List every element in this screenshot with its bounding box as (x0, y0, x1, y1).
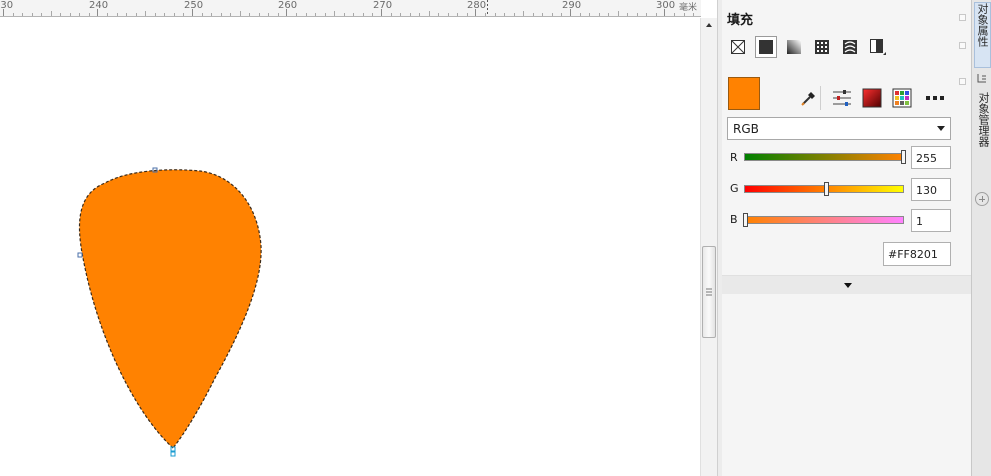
grip-icon (706, 288, 712, 296)
green-slider-thumb[interactable] (824, 182, 829, 196)
scroll-up-arrow-icon[interactable] (704, 20, 714, 30)
horizontal-ruler[interactable]: 230 240 250 260 270 280 290 300 毫米 (0, 0, 701, 17)
node-handle[interactable] (77, 252, 83, 258)
object-properties-panel: 填充 RGB R 255 G 130 B 1 #FF8201 (722, 0, 971, 476)
docker-tab-strip: 对象属性 对象管理器 (971, 0, 991, 476)
red-slider[interactable] (744, 150, 906, 164)
panel-title: 填充 (727, 13, 754, 28)
hex-color-field[interactable]: #FF8201 (883, 242, 951, 266)
vertical-scrollbar[interactable] (700, 18, 717, 476)
fountain-fill-icon (787, 40, 801, 54)
ruler-label: 280 (467, 0, 487, 11)
ruler-label: 270 (373, 0, 393, 11)
pin-icon[interactable] (959, 78, 966, 85)
texture-fill-button[interactable] (839, 36, 861, 58)
tab-object-manager[interactable]: 对象管理器 (974, 92, 991, 164)
uniform-fill-button[interactable] (755, 36, 777, 58)
drawing-canvas[interactable] (0, 18, 700, 476)
chevron-down-icon (844, 283, 852, 288)
channel-label-b: B (730, 213, 738, 226)
color-palettes-icon (892, 88, 912, 108)
panel-expander[interactable] (722, 275, 971, 294)
color-viewer-icon (862, 88, 882, 108)
teardrop-shape[interactable] (78, 169, 262, 449)
green-value-field[interactable]: 130 (911, 178, 951, 201)
blue-value-field[interactable]: 1 (911, 209, 951, 232)
channel-label-g: G (730, 182, 739, 195)
ruler-label: 300 (656, 0, 676, 11)
toolbar-divider (820, 86, 821, 110)
red-value-field[interactable]: 255 (911, 146, 951, 169)
pin-icon[interactable] (959, 14, 966, 21)
color-palettes-button[interactable] (891, 87, 913, 109)
object-manager-icon (977, 74, 986, 83)
pin-icon[interactable] (959, 42, 966, 49)
postscript-fill-icon (870, 39, 886, 55)
ruler-label: 290 (562, 0, 582, 11)
chevron-down-icon (937, 126, 945, 131)
fountain-fill-button[interactable] (783, 36, 805, 58)
node-handle[interactable] (170, 451, 176, 457)
postscript-fill-button[interactable] (867, 36, 889, 58)
ruler-label: 250 (184, 0, 204, 11)
scrollbar-thumb[interactable] (702, 246, 716, 338)
color-sliders-icon (833, 90, 851, 106)
current-color-swatch[interactable] (728, 77, 760, 110)
blue-slider-thumb[interactable] (743, 213, 748, 227)
channel-label-r: R (730, 151, 738, 164)
color-model-dropdown[interactable]: RGB (727, 117, 951, 140)
eyedropper-button[interactable] (798, 87, 820, 109)
more-options-icon (926, 96, 944, 100)
pattern-fill-icon (815, 40, 829, 54)
ruler-unit-label: 毫米 (679, 3, 698, 13)
color-model-value: RGB (733, 121, 759, 136)
pattern-fill-button[interactable] (811, 36, 833, 58)
color-sliders-button[interactable] (831, 87, 853, 109)
more-options-button[interactable] (925, 87, 947, 109)
color-viewer-button[interactable] (861, 87, 883, 109)
ruler-label: 240 (89, 0, 109, 11)
ruler-label: 260 (278, 0, 298, 11)
eyedropper-icon (801, 92, 815, 106)
add-docker-icon[interactable] (975, 192, 989, 206)
tab-object-properties[interactable]: 对象属性 (974, 2, 991, 68)
no-fill-button[interactable] (727, 36, 749, 58)
red-slider-thumb[interactable] (901, 150, 906, 164)
no-fill-icon (731, 40, 745, 54)
ruler-label: 230 (0, 0, 14, 11)
blue-slider[interactable] (743, 213, 904, 227)
texture-fill-icon (843, 40, 857, 54)
green-slider[interactable] (744, 182, 904, 196)
uniform-fill-icon (759, 40, 773, 54)
canvas-drawing (77, 167, 262, 457)
